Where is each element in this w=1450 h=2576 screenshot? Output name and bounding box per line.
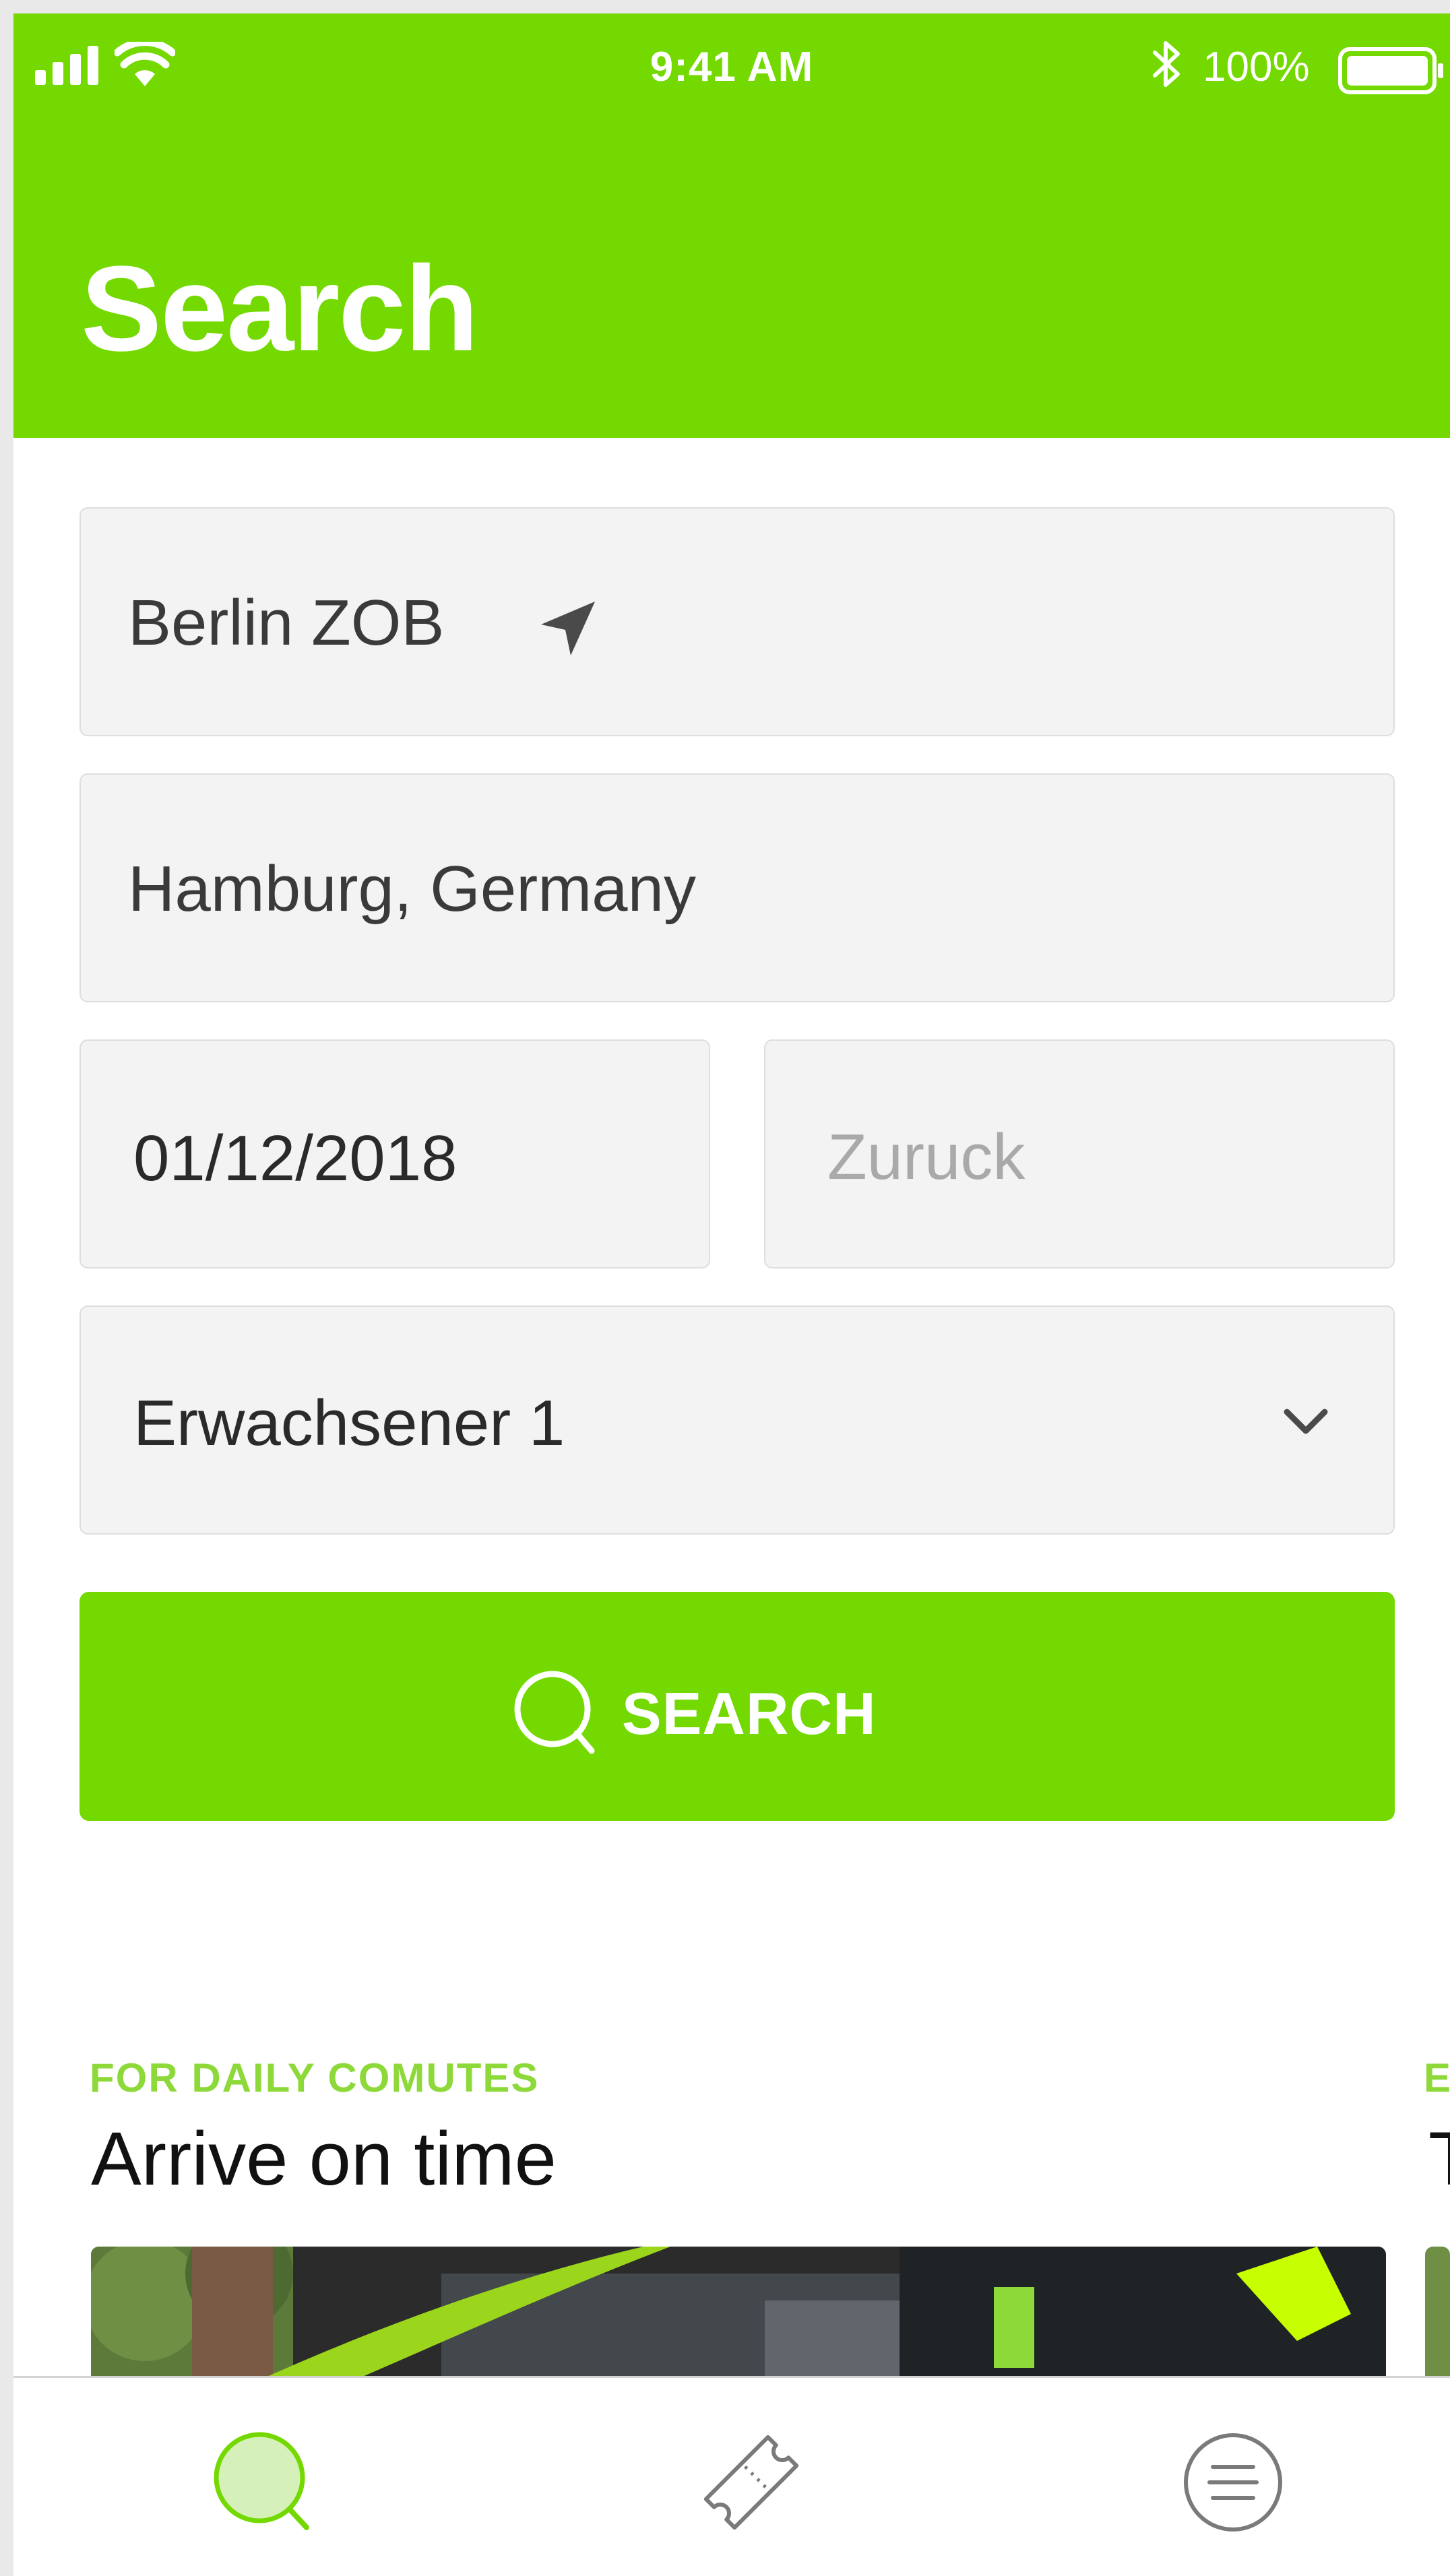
return-date-placeholder: Zuruck bbox=[827, 1121, 1026, 1193]
chevron-down-icon[interactable] bbox=[1279, 1401, 1333, 1442]
location-arrow-icon[interactable] bbox=[536, 596, 600, 661]
tab-tickets-icon[interactable] bbox=[694, 2425, 809, 2540]
from-value: Berlin ZOB bbox=[128, 587, 445, 659]
battery-icon bbox=[1338, 47, 1443, 94]
tab-menu-icon[interactable] bbox=[1176, 2425, 1290, 2540]
card-title[interactable]: Arrive on time bbox=[91, 2115, 557, 2202]
tab-search-icon[interactable] bbox=[206, 2425, 320, 2540]
departure-date-value: 01/12/2018 bbox=[133, 1122, 458, 1194]
search-icon bbox=[514, 1671, 595, 1754]
search-button[interactable]: SEARCH bbox=[80, 1592, 1395, 1821]
departure-date-field[interactable]: 01/12/2018 bbox=[80, 1039, 710, 1268]
card-eyebrow: FOR DAILY COMUTES bbox=[90, 2055, 540, 2100]
search-button-label: SEARCH bbox=[622, 1680, 877, 1747]
from-field[interactable]: Berlin ZOB bbox=[80, 507, 1395, 736]
page-title: Search bbox=[81, 241, 478, 377]
tab-bar bbox=[13, 2376, 1450, 2576]
to-field[interactable]: Hamburg, Germany bbox=[80, 773, 1395, 1002]
return-date-field[interactable]: Zuruck bbox=[764, 1039, 1395, 1268]
phone-screen: 9:41 AM 100% Search Berlin ZOB Hamburg, … bbox=[13, 13, 1450, 2576]
card-title[interactable]: T bbox=[1428, 2115, 1450, 2202]
bluetooth-icon bbox=[1153, 41, 1180, 87]
battery-percentage: 100% bbox=[1203, 44, 1310, 90]
header: 9:41 AM 100% Search bbox=[13, 13, 1450, 438]
to-value: Hamburg, Germany bbox=[128, 853, 696, 925]
status-bar: 9:41 AM 100% bbox=[13, 13, 1450, 101]
card-eyebrow: E bbox=[1424, 2055, 1450, 2100]
passengers-select[interactable]: Erwachsener 1 bbox=[80, 1306, 1395, 1535]
passengers-value: Erwachsener 1 bbox=[133, 1387, 565, 1459]
